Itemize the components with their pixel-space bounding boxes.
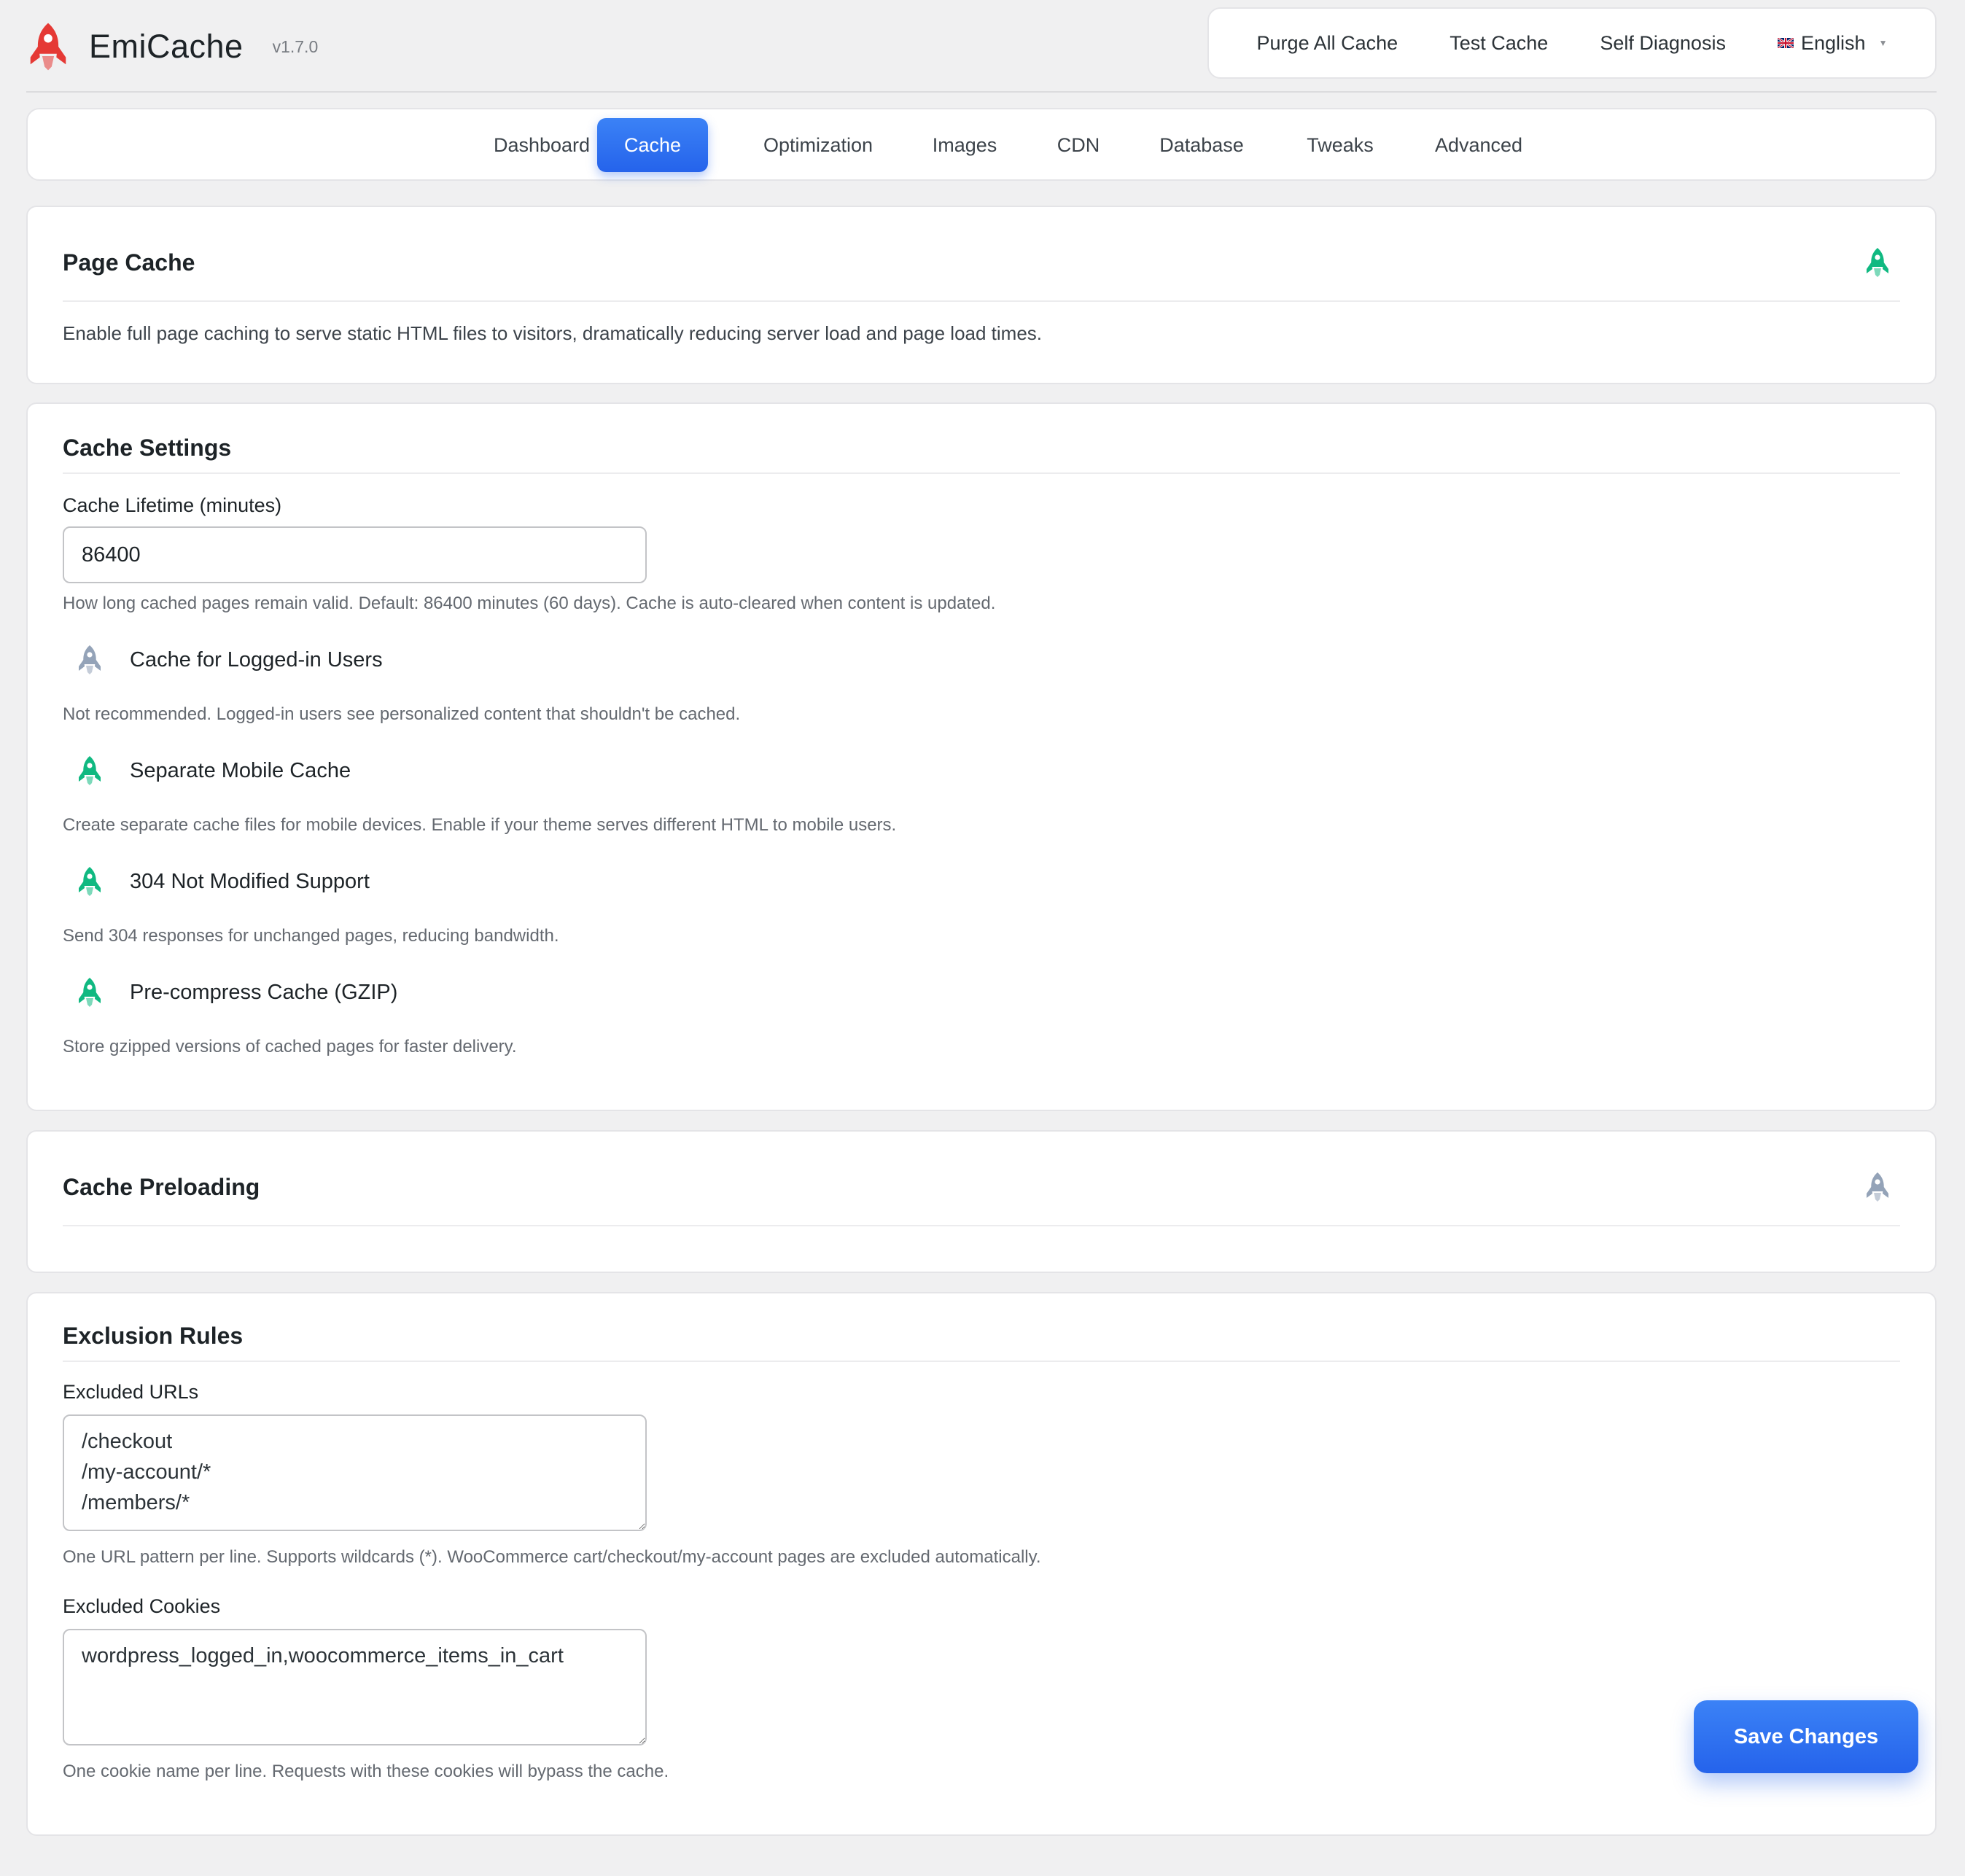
header-actions: Purge All Cache Test Cache Self Diagnosi… xyxy=(1207,7,1937,79)
cache-preloading-toggle-icon[interactable] xyxy=(1865,1172,1890,1202)
cache-lifetime-help: How long cached pages remain valid. Defa… xyxy=(63,593,996,613)
brand: EmiCache v1.7.0 xyxy=(26,19,318,74)
not-modified-toggle-icon[interactable] xyxy=(77,866,102,897)
rocket-logo-icon xyxy=(26,22,70,71)
option-304-support: 304 Not Modified Support xyxy=(63,866,370,897)
divider xyxy=(63,1225,1900,1226)
save-changes-button[interactable]: Save Changes xyxy=(1694,1700,1918,1773)
page-cache-title: Page Cache xyxy=(63,249,195,276)
exclusion-rules-card: Exclusion Rules Excluded URLs One URL pa… xyxy=(26,1292,1937,1836)
tab-tweaks[interactable]: Tweaks xyxy=(1275,118,1406,172)
tab-cdn[interactable]: CDN xyxy=(1031,118,1126,172)
chevron-down-icon: ▼ xyxy=(1878,38,1888,48)
option-label: Cache for Logged-in Users xyxy=(130,647,383,672)
cache-lifetime-input[interactable] xyxy=(63,526,647,583)
page-cache-description: Enable full page caching to serve static… xyxy=(63,322,1043,344)
option-label: Separate Mobile Cache xyxy=(130,758,351,782)
option-help: Send 304 responses for unchanged pages, … xyxy=(63,926,559,946)
page-cache-toggle-icon[interactable] xyxy=(1865,247,1890,278)
mobile-cache-toggle-icon[interactable] xyxy=(77,755,102,786)
language-select[interactable]: English ▼ xyxy=(1778,32,1887,55)
exclusion-rules-title: Exclusion Rules xyxy=(63,1323,244,1349)
divider xyxy=(63,1361,1900,1362)
option-logged-in-users: Cache for Logged-in Users xyxy=(63,645,383,675)
cache-settings-title: Cache Settings xyxy=(63,435,232,461)
logged-in-users-toggle-icon[interactable] xyxy=(77,645,102,675)
excluded-urls-label: Excluded URLs xyxy=(63,1381,199,1403)
tab-optimization[interactable]: Optimization xyxy=(734,118,903,172)
option-label: Pre-compress Cache (GZIP) xyxy=(130,980,398,1004)
option-mobile-cache: Separate Mobile Cache xyxy=(63,755,351,786)
tab-advanced[interactable]: Advanced xyxy=(1398,118,1559,172)
excluded-cookies-textarea[interactable] xyxy=(63,1629,647,1745)
main-tabs: Dashboard Cache Optimization Images CDN … xyxy=(26,108,1937,181)
cache-preloading-title: Cache Preloading xyxy=(63,1174,260,1200)
cache-settings-card: Cache Settings Cache Lifetime (minutes) … xyxy=(26,402,1937,1111)
option-help: Not recommended. Logged-in users see per… xyxy=(63,704,741,724)
option-label: 304 Not Modified Support xyxy=(130,869,370,893)
test-cache-button[interactable]: Test Cache xyxy=(1450,32,1548,55)
cache-preloading-card: Cache Preloading xyxy=(26,1130,1937,1273)
app-version: v1.7.0 xyxy=(272,36,319,56)
self-diagnosis-button[interactable]: Self Diagnosis xyxy=(1600,32,1726,55)
language-label: English xyxy=(1801,31,1866,54)
excluded-urls-textarea[interactable] xyxy=(63,1414,647,1531)
gzip-toggle-icon[interactable] xyxy=(77,977,102,1008)
option-gzip: Pre-compress Cache (GZIP) xyxy=(63,977,397,1008)
purge-all-cache-button[interactable]: Purge All Cache xyxy=(1257,32,1398,55)
divider xyxy=(63,300,1900,302)
page-cache-card: Page Cache Enable full page caching to s… xyxy=(26,206,1937,384)
excluded-cookies-label: Excluded Cookies xyxy=(63,1595,221,1617)
top-header: EmiCache v1.7.0 Purge All Cache Test Cac… xyxy=(26,0,1937,93)
tab-cache[interactable]: Cache xyxy=(597,118,708,172)
tab-images[interactable]: Images xyxy=(906,118,1023,172)
excluded-cookies-help: One cookie name per line. Requests with … xyxy=(63,1762,669,1781)
option-help: Store gzipped versions of cached pages f… xyxy=(63,1037,517,1056)
excluded-urls-help: One URL pattern per line. Supports wildc… xyxy=(63,1547,1041,1567)
uk-flag-icon xyxy=(1778,38,1794,48)
app-name: EmiCache xyxy=(89,28,244,65)
divider xyxy=(63,472,1900,474)
tab-database[interactable]: Database xyxy=(1129,118,1275,172)
cache-lifetime-label: Cache Lifetime (minutes) xyxy=(63,494,282,516)
option-help: Create separate cache files for mobile d… xyxy=(63,815,897,835)
